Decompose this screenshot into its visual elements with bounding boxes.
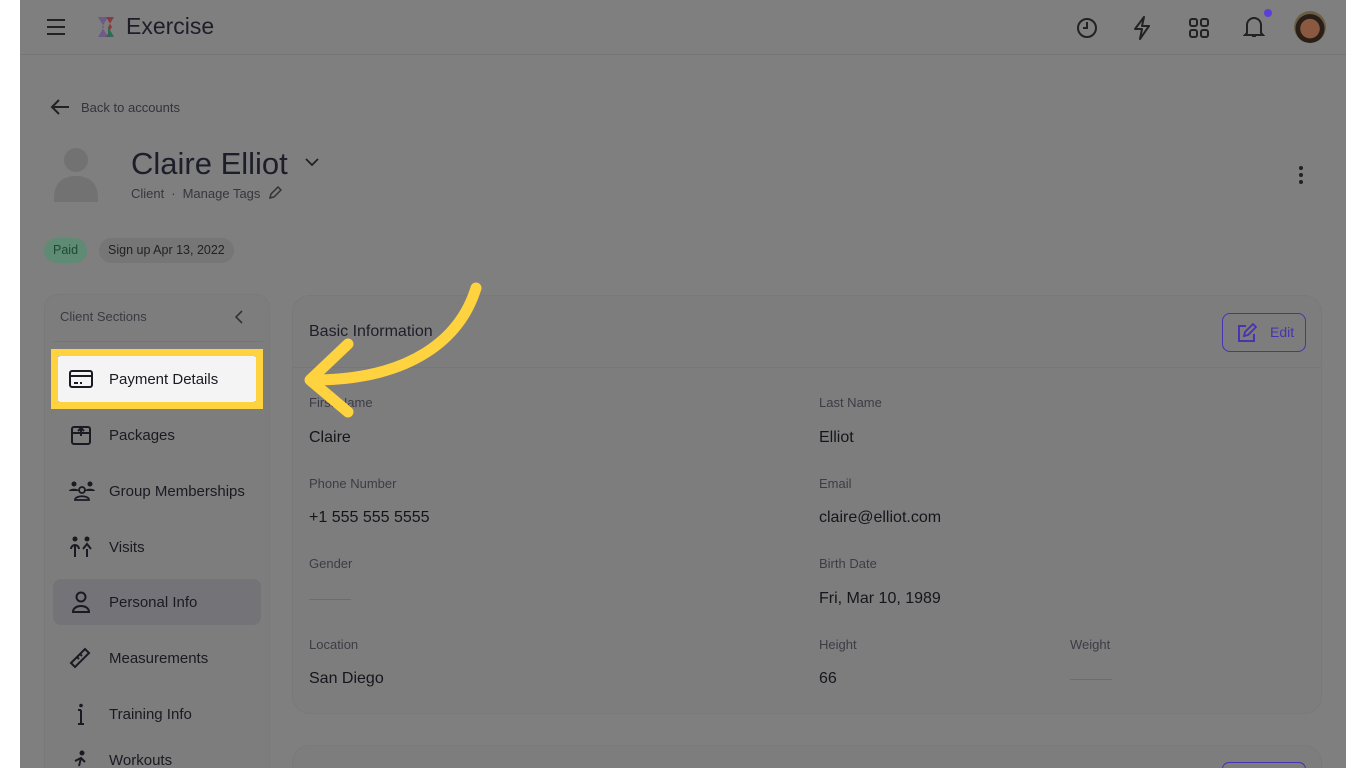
sidebar-item-visits[interactable]: Visits <box>53 524 261 570</box>
highlight-box <box>51 349 263 409</box>
edit-button-2[interactable] <box>1222 762 1306 768</box>
first-name-value: Claire <box>309 429 351 447</box>
client-role: Client <box>131 186 164 201</box>
height-value: 66 <box>819 670 837 688</box>
manage-tags-link[interactable]: Manage Tags <box>183 186 261 201</box>
client-meta: Client · Manage Tags <box>131 186 260 201</box>
sidebar-item-label: Measurements <box>109 650 208 667</box>
profile-placeholder-icon <box>52 146 100 204</box>
sidebar-title: Client Sections <box>60 309 147 324</box>
email-value: claire@elliot.com <box>819 509 941 527</box>
sidebar-item-workouts[interactable]: Workouts <box>53 747 261 768</box>
sidebar-item-label: Personal Info <box>109 594 197 611</box>
logo-icon <box>94 15 118 39</box>
sidebar-item-label: Training Info <box>109 706 192 723</box>
sidebar-item-label: Visits <box>109 539 145 556</box>
sidebar-item-training-info[interactable]: Training Info <box>53 691 261 737</box>
sidebar-item-personal-info[interactable]: Personal Info <box>53 579 261 625</box>
ruler-icon <box>69 647 93 669</box>
back-to-accounts-link[interactable]: Back to accounts <box>81 100 180 115</box>
last-name-label: Last Name <box>819 395 882 410</box>
visits-icon <box>69 536 93 558</box>
phone-value: +1 555 555 5555 <box>309 509 430 527</box>
gender-value: ——— <box>309 590 351 606</box>
height-label: Height <box>819 637 857 652</box>
location-value: San Diego <box>309 670 384 688</box>
menu-icon[interactable] <box>46 18 66 36</box>
edit-label: Edit <box>1270 324 1294 340</box>
paid-badge: Paid <box>44 238 87 263</box>
location-label: Location <box>309 637 358 652</box>
apps-grid-icon[interactable] <box>1188 17 1210 39</box>
chevron-down-icon[interactable] <box>305 157 319 167</box>
top-bar: Exercise <box>20 0 1346 55</box>
group-icon <box>69 480 95 502</box>
sidebar-item-measurements[interactable]: Measurements <box>53 635 261 681</box>
sidebar-item-packages[interactable]: Packages <box>53 412 261 458</box>
info-icon <box>69 703 93 725</box>
clock-icon[interactable] <box>1076 17 1098 39</box>
back-arrow-icon[interactable] <box>50 98 70 116</box>
bell-icon[interactable] <box>1243 15 1265 39</box>
avatar[interactable] <box>1294 11 1326 43</box>
client-name: Claire Elliot <box>131 146 288 182</box>
weight-value: ——— <box>1070 670 1112 686</box>
pointer-arrow-annotation <box>280 280 500 420</box>
birth-date-value: Fri, Mar 10, 1989 <box>819 590 941 608</box>
divider <box>53 341 263 342</box>
notification-dot <box>1264 9 1272 17</box>
email-label: Email <box>819 476 852 491</box>
edit-button[interactable]: Edit <box>1222 313 1306 352</box>
sidebar-item-group-memberships[interactable]: Group Memberships <box>53 468 261 514</box>
collapse-chevron-icon[interactable] <box>234 310 244 324</box>
app-title[interactable]: Exercise <box>126 13 214 40</box>
sidebar-item-label: Group Memberships <box>109 483 245 500</box>
next-section-card <box>292 745 1322 768</box>
pencil-icon[interactable] <box>268 186 282 200</box>
package-icon <box>69 424 93 446</box>
weight-label: Weight <box>1070 637 1110 652</box>
gender-label: Gender <box>309 556 352 571</box>
workout-icon <box>69 749 93 768</box>
birth-date-label: Birth Date <box>819 556 877 571</box>
lightning-icon[interactable] <box>1133 16 1151 40</box>
more-options-icon[interactable] <box>1297 165 1305 185</box>
person-icon <box>69 591 93 613</box>
signup-date-badge: Sign up Apr 13, 2022 <box>99 238 234 263</box>
separator: · <box>171 186 175 201</box>
sidebar-item-label: Packages <box>109 427 175 444</box>
page: Exercise Back to accounts Claire Elliot … <box>20 0 1346 768</box>
edit-icon <box>1236 323 1257 344</box>
sidebar-item-label: Workouts <box>109 752 172 768</box>
last-name-value: Elliot <box>819 429 854 447</box>
phone-label: Phone Number <box>309 476 396 491</box>
